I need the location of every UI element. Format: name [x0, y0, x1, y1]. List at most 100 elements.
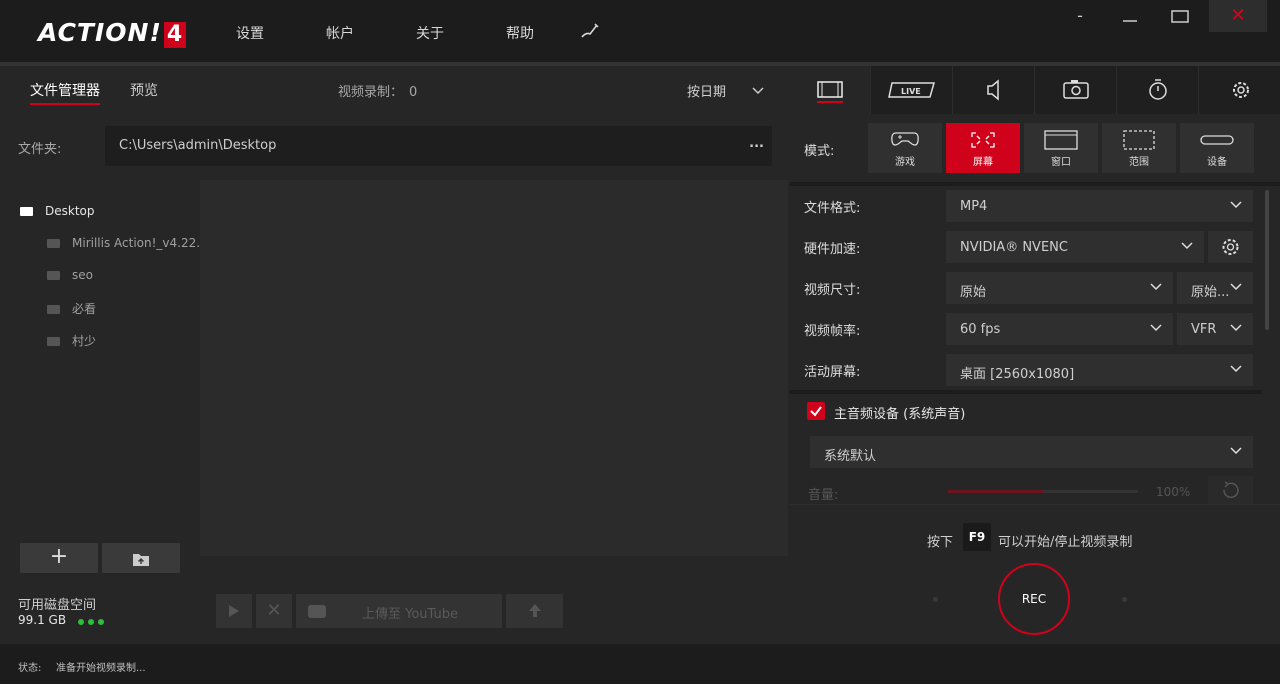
- upload-button[interactable]: [506, 594, 563, 628]
- app-logo: ACTION! 4: [38, 18, 187, 48]
- folder-icon: [47, 337, 60, 346]
- fps-mode-select[interactable]: VFR: [1177, 313, 1253, 345]
- tab-file-manager[interactable]: 文件管理器: [30, 80, 100, 105]
- play-button[interactable]: [216, 594, 252, 628]
- rec-button[interactable]: REC: [998, 563, 1070, 635]
- hint-prefix: 按下: [927, 535, 954, 550]
- folder-path-text: C:\Users\admin\Desktop: [119, 138, 277, 153]
- volume-slider[interactable]: [948, 490, 1138, 493]
- size-scale-select[interactable]: 原始...: [1177, 272, 1253, 304]
- folder-icon: [47, 271, 60, 280]
- recording-panel: LIVE 模式: 游戏 屏幕 窗口 范围 设备 文件格式: MP4 硬件加速: …: [790, 66, 1280, 644]
- tab-video[interactable]: [790, 66, 871, 114]
- screen-value: 桌面 [2560x1080]: [960, 367, 1075, 382]
- folder-icon: [47, 305, 60, 314]
- tab-timer[interactable]: [1118, 66, 1199, 114]
- disk-space-label: 可用磁盘空间: [18, 598, 97, 613]
- delete-button[interactable]: ✕: [256, 594, 292, 628]
- record-area: 按下 F9 可以开始/停止视频录制 REC: [790, 504, 1280, 644]
- tab-settings[interactable]: [1200, 66, 1280, 114]
- fps-value: 60 fps: [960, 322, 1001, 337]
- mode-screen[interactable]: 屏幕: [946, 123, 1020, 173]
- mode-label: 模式:: [804, 144, 835, 159]
- screen-select[interactable]: 桌面 [2560x1080]: [946, 354, 1253, 386]
- tab-live[interactable]: LIVE: [872, 66, 953, 114]
- video-count-value: 0: [409, 85, 418, 100]
- pen-icon[interactable]: [580, 22, 600, 44]
- size-select[interactable]: 原始: [946, 272, 1173, 304]
- file-list-area: [200, 180, 788, 556]
- prev-dot[interactable]: [933, 597, 938, 602]
- title-bar: ACTION! 4 设置 帐户 关于 帮助 - ✕: [0, 0, 1280, 62]
- upload-youtube-button[interactable]: 上傳至 YouTube: [296, 594, 502, 628]
- maximize-button[interactable]: [1168, 0, 1192, 32]
- menu-settings[interactable]: 设置: [236, 23, 264, 43]
- status-text: 准备开始视频录制...: [56, 663, 146, 674]
- sort-dropdown[interactable]: 按日期: [687, 81, 726, 100]
- format-select[interactable]: MP4: [946, 190, 1253, 222]
- fps-label: 视频帧率:: [804, 324, 861, 339]
- format-value: MP4: [960, 199, 988, 214]
- tab-audio[interactable]: [954, 66, 1035, 114]
- tab-screenshot[interactable]: [1036, 66, 1117, 114]
- hw-accel-select[interactable]: NVIDIA® NVENC: [946, 231, 1204, 263]
- minimize-button[interactable]: [1118, 0, 1142, 32]
- menu-about[interactable]: 关于: [416, 23, 444, 43]
- chevron-down-icon: [1230, 447, 1242, 455]
- minimize-small-button[interactable]: -: [1070, 0, 1090, 32]
- mode-window-label: 窗口: [1051, 157, 1071, 168]
- check-icon: [810, 406, 822, 417]
- hw-accel-value: NVIDIA® NVENC: [960, 240, 1068, 255]
- tree-item[interactable]: 村少: [47, 332, 96, 349]
- hw-accel-label: 硬件加速:: [804, 242, 861, 257]
- disk-status-dots: [77, 615, 105, 630]
- mode-region[interactable]: 范围: [1102, 123, 1176, 173]
- file-manager-panel: 文件管理器 预览 视频录制： 0 按日期 文件夹: C:\Users\admin\…: [0, 66, 788, 644]
- main-audio-checkbox[interactable]: [807, 402, 825, 420]
- chevron-down-icon[interactable]: [752, 84, 764, 99]
- folder-label: 文件夹:: [18, 142, 62, 157]
- folder-icon: [20, 207, 33, 216]
- folder-path-input[interactable]: C:\Users\admin\Desktop ...: [105, 126, 772, 166]
- size-scale-value: 原始...: [1191, 285, 1230, 300]
- close-button[interactable]: ✕: [1209, 0, 1267, 32]
- settings-scrollbar[interactable]: [1265, 190, 1269, 330]
- tree-item[interactable]: 必看: [47, 300, 96, 317]
- size-value: 原始: [960, 285, 987, 300]
- video-count-label: 视频录制：: [338, 85, 404, 100]
- tree-item-desktop[interactable]: Desktop: [20, 204, 95, 218]
- upload-youtube-label: 上傳至 YouTube: [362, 607, 458, 622]
- folder-browse-button[interactable]: ...: [749, 136, 764, 151]
- main-audio-label: 主音频设备 (系统声音): [834, 407, 966, 422]
- tab-preview[interactable]: 预览: [130, 80, 158, 100]
- status-label: 状态:: [18, 663, 42, 674]
- fps-mode-value: VFR: [1191, 322, 1217, 337]
- fps-select[interactable]: 60 fps: [946, 313, 1173, 345]
- reset-icon: [1223, 481, 1239, 499]
- mode-window[interactable]: 窗口: [1024, 123, 1098, 173]
- mode-region-label: 范围: [1129, 157, 1149, 168]
- audio-device-select[interactable]: 系统默认: [810, 436, 1253, 468]
- volume-percent: 100%: [1156, 485, 1191, 499]
- chevron-down-icon: [1230, 365, 1242, 373]
- volume-reset-button[interactable]: [1208, 476, 1253, 504]
- hw-settings-button[interactable]: [1208, 231, 1253, 263]
- folder-row: 文件夹: C:\Users\admin\Desktop ...: [0, 126, 788, 176]
- open-folder-button[interactable]: [102, 543, 180, 573]
- mode-game[interactable]: 游戏: [868, 123, 942, 173]
- tree-item[interactable]: Mirillis Action!_v4.22....: [47, 236, 212, 250]
- audio-device-value: 系统默认: [824, 449, 877, 464]
- chevron-down-icon: [1150, 283, 1162, 291]
- menu-help[interactable]: 帮助: [506, 23, 534, 43]
- next-dot[interactable]: [1122, 597, 1127, 602]
- tree-item[interactable]: seo: [47, 268, 93, 282]
- recording-tabs: LIVE: [790, 66, 1280, 114]
- menu-account[interactable]: 帐户: [326, 23, 354, 43]
- disk-space-value: 99.1 GB: [18, 613, 67, 627]
- add-folder-button[interactable]: +: [20, 543, 98, 573]
- chevron-down-icon: [1230, 201, 1242, 209]
- size-label: 视频尺寸:: [804, 283, 861, 298]
- sort-label: 按日期: [687, 85, 727, 100]
- mode-screen-label: 屏幕: [973, 157, 993, 168]
- mode-device[interactable]: 设备: [1180, 123, 1254, 173]
